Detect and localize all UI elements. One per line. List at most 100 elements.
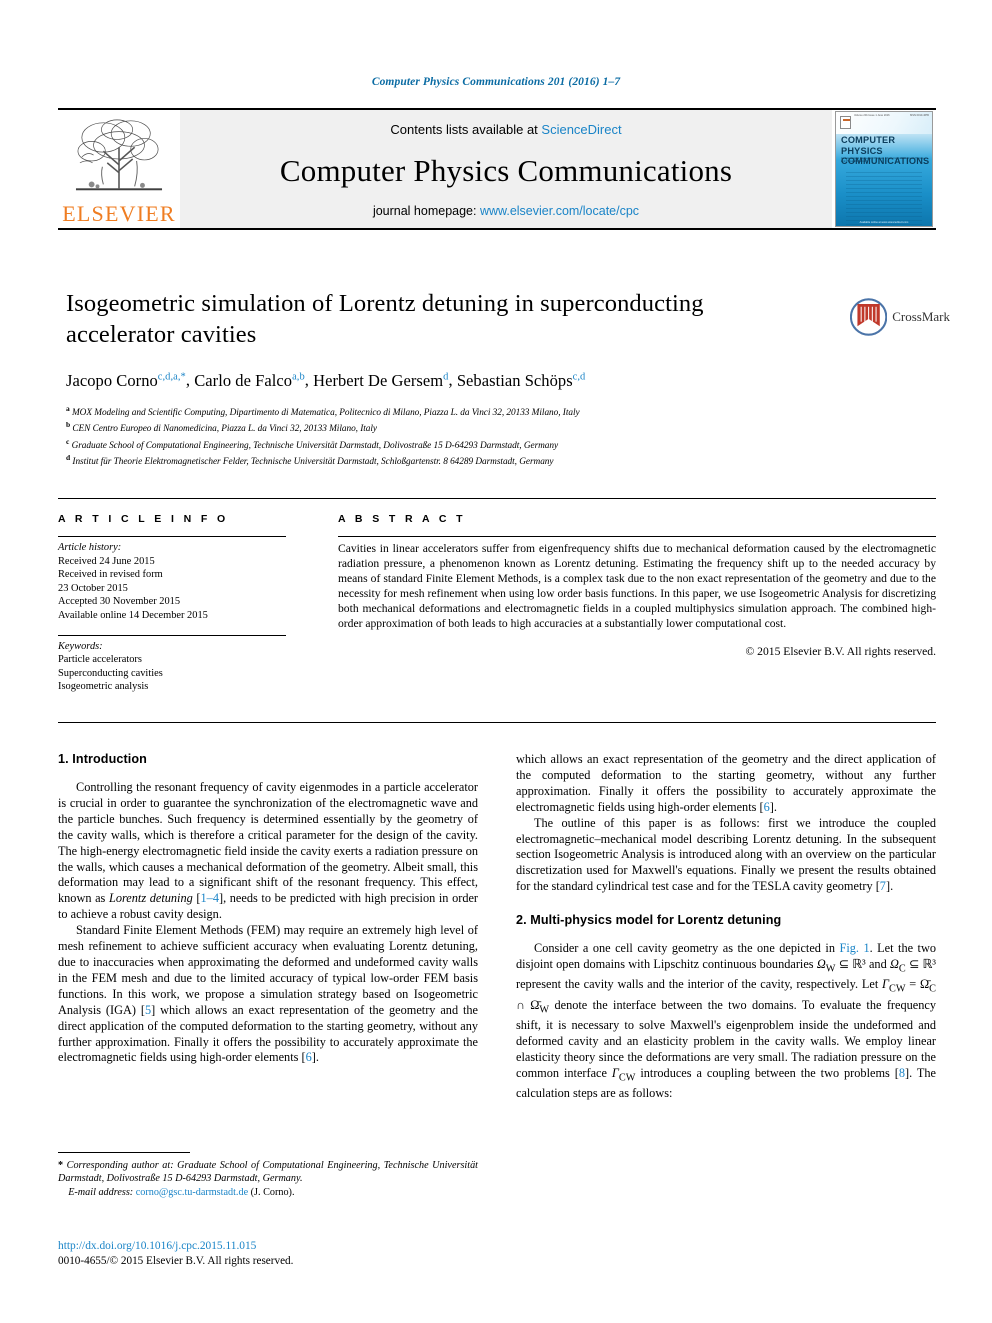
math-subscript: C xyxy=(898,963,906,975)
abstract-heading: A B S T R A C T xyxy=(338,513,466,525)
paragraph-intro-1: Controlling the resonant frequency of ca… xyxy=(58,780,479,922)
history-item: 23 October 2015 xyxy=(58,582,128,594)
citation-ref[interactable]: 5 xyxy=(145,1003,151,1017)
homepage-prefix: journal homepage: xyxy=(372,204,480,218)
author-affil-marks: c,d,a, xyxy=(157,371,181,382)
history-item: Accepted 30 November 2015 xyxy=(58,596,181,608)
figure-ref[interactable]: Fig. 1 xyxy=(839,941,869,955)
italic-term: Lorentz detuning xyxy=(108,891,193,906)
math-symbol: Γ xyxy=(611,1065,619,1080)
history-item: Received in revised form xyxy=(58,569,163,581)
section-heading-multiphysics: 2. Multi-physics model for Lorentz detun… xyxy=(516,913,782,928)
affiliation-text: MOX Modeling and Scientific Computing, D… xyxy=(71,407,580,418)
page-title: Isogeometric simulation of Lorentz detun… xyxy=(66,290,704,348)
history-item: Available online 14 December 2015 xyxy=(58,609,208,621)
math-text: ∩ Ω̄ xyxy=(516,997,540,1012)
journal-title: Computer Physics Communications xyxy=(279,152,733,188)
corresponding-author-footnote: * Corresponding author at: Graduate Scho… xyxy=(58,1152,478,1199)
math-subscript: W xyxy=(539,1004,550,1016)
keyword-item: Superconducting cavities xyxy=(58,667,163,679)
paragraph-text: The outline of this paper is as follows:… xyxy=(516,815,936,894)
paragraph-text: introduces a coupling between the two pr… xyxy=(635,1065,895,1080)
sciencedirect-link[interactable]: ScienceDirect xyxy=(541,122,621,137)
journal-homepage-line: journal homepage: www.elsevier.com/locat… xyxy=(373,204,639,218)
cover-text-lines xyxy=(846,172,922,225)
math-subscript: CW xyxy=(889,983,906,995)
article-history-group: Article history: Received 24 June 2015 R… xyxy=(58,541,286,623)
math-symbol: Ω xyxy=(889,957,899,972)
keywords-label: Keywords: xyxy=(58,640,103,652)
affiliation-text: Graduate School of Computational Enginee… xyxy=(71,440,559,451)
citation-ref[interactable]: 7 xyxy=(880,879,886,893)
cover-tagline: An International Journal and Program Lib… xyxy=(841,157,924,164)
author-entry[interactable]: Herbert De Gersemd xyxy=(313,371,448,390)
email-link[interactable]: corno@gsc.tu-darmstadt.de xyxy=(136,1187,248,1198)
footnote-rule xyxy=(58,1152,190,1153)
author-name: Sebastian Schöps xyxy=(456,370,573,390)
paragraph-text: . xyxy=(773,799,777,814)
right-column: which allows an exact representation of … xyxy=(516,752,936,1222)
article-first-page: Computer Physics Communications 201 (201… xyxy=(0,0,992,1323)
abstract-column: A B S T R A C T Cavities in linear accel… xyxy=(310,513,936,706)
affiliation-mark: a xyxy=(66,403,70,413)
citation-ref[interactable]: 1–4 xyxy=(201,891,219,905)
corresponding-author-star: * xyxy=(180,371,186,382)
article-info-rule xyxy=(58,536,286,537)
math-text: ⊆ ℝ³ and xyxy=(835,957,890,972)
paragraph-text: Controlling the resonant frequency of ca… xyxy=(58,780,478,906)
author-entry[interactable]: Carlo de Falcoa,b xyxy=(194,371,305,390)
email-suffix: (J. Corno). xyxy=(250,1186,295,1198)
keywords-rule xyxy=(58,634,286,636)
author-affil-marks: c,d xyxy=(572,371,586,382)
doi-link[interactable]: http://dx.doi.org/10.1016/j.cpc.2015.11.… xyxy=(58,1240,256,1252)
cover-publisher-mark xyxy=(840,116,851,129)
journal-cover-thumbnail: Volume 201 Issue 1 June 2016 ISSN 0010-4… xyxy=(832,110,936,228)
keyword-item: Isogeometric analysis xyxy=(58,681,149,693)
journal-masthead: ELSEVIER Contents lists available at Sci… xyxy=(58,108,936,230)
abstract-text: Cavities in linear accelerators suffer f… xyxy=(338,542,936,631)
affiliation-list: a MOX Modeling and Scientific Computing,… xyxy=(66,403,856,469)
author-name: Carlo de Falco xyxy=(194,370,293,390)
author-entry[interactable]: Sebastian Schöpsc,d xyxy=(457,371,586,390)
cover-image: Volume 201 Issue 1 June 2016 ISSN 0010-4… xyxy=(835,111,933,227)
article-history-label: Article history: xyxy=(58,542,122,553)
author-name: Herbert De Gersem xyxy=(313,370,444,390)
running-head: Computer Physics Communications 201 (201… xyxy=(371,76,621,88)
affiliation-item: d Institut für Theorie Elektromagnetisch… xyxy=(66,452,856,469)
paragraph-text: . xyxy=(890,879,894,894)
paragraph-sec2-1: Consider a one cell cavity geometry as t… xyxy=(516,941,937,1101)
citation-ref[interactable]: 6 xyxy=(306,1050,312,1064)
footnote-address: Corresponding author at: Graduate School… xyxy=(58,1160,478,1185)
affiliation-item: c Graduate School of Computational Engin… xyxy=(66,436,856,453)
abstract-copyright: © 2015 Elsevier B.V. All rights reserved… xyxy=(745,644,936,658)
math-subscript: CW xyxy=(618,1072,636,1084)
math-subscript: C xyxy=(929,983,936,995)
paragraph-text: . xyxy=(315,1050,319,1065)
footnote-text: * Corresponding author at: Graduate Scho… xyxy=(58,1159,478,1199)
math-subscript: W xyxy=(825,963,836,975)
keywords-group: Keywords: Particle accelerators Supercon… xyxy=(58,640,286,694)
cover-name-line1: COMPUTER PHYSICS xyxy=(841,135,896,156)
author-affil-marks: d xyxy=(443,371,449,382)
crossmark-label: CrossMark xyxy=(892,309,950,324)
contents-lists-line: Contents lists available at ScienceDirec… xyxy=(390,122,621,137)
affiliation-item: b CEN Centro Europeo di Nanomedicina, Pi… xyxy=(66,419,856,436)
paragraph-text: which allows an exact representation of … xyxy=(516,752,936,814)
journal-homepage-link[interactable]: www.elsevier.com/locate/cpc xyxy=(480,204,639,218)
author-entry[interactable]: Jacopo Cornoc,d,a,* xyxy=(66,371,186,390)
affiliation-mark: d xyxy=(66,453,71,462)
issn-copyright: 0010-4655/© 2015 Elsevier B.V. All right… xyxy=(58,1255,294,1267)
crossmark-badge[interactable]: CrossMark xyxy=(850,296,950,338)
affiliation-text: Institut für Theorie Elektromagnetischer… xyxy=(72,457,554,468)
affiliation-mark: b xyxy=(66,420,71,429)
masthead-center: Contents lists available at ScienceDirec… xyxy=(180,110,832,228)
elsevier-logo: ELSEVIER xyxy=(58,110,180,228)
email-label: E-mail address: xyxy=(68,1186,134,1198)
paragraph-intro-2-continued: which allows an exact representation of … xyxy=(516,752,936,814)
section-heading-introduction: 1. Introduction xyxy=(58,752,147,766)
citation-ref[interactable]: 6 xyxy=(764,800,770,814)
elsevier-tree-icon xyxy=(75,119,163,191)
citation-ref[interactable]: 8 xyxy=(899,1066,905,1080)
author-list: Jacopo Cornoc,d,a,*, Carlo de Falcoa,b, … xyxy=(66,370,586,390)
affiliation-mark: c xyxy=(66,436,70,446)
